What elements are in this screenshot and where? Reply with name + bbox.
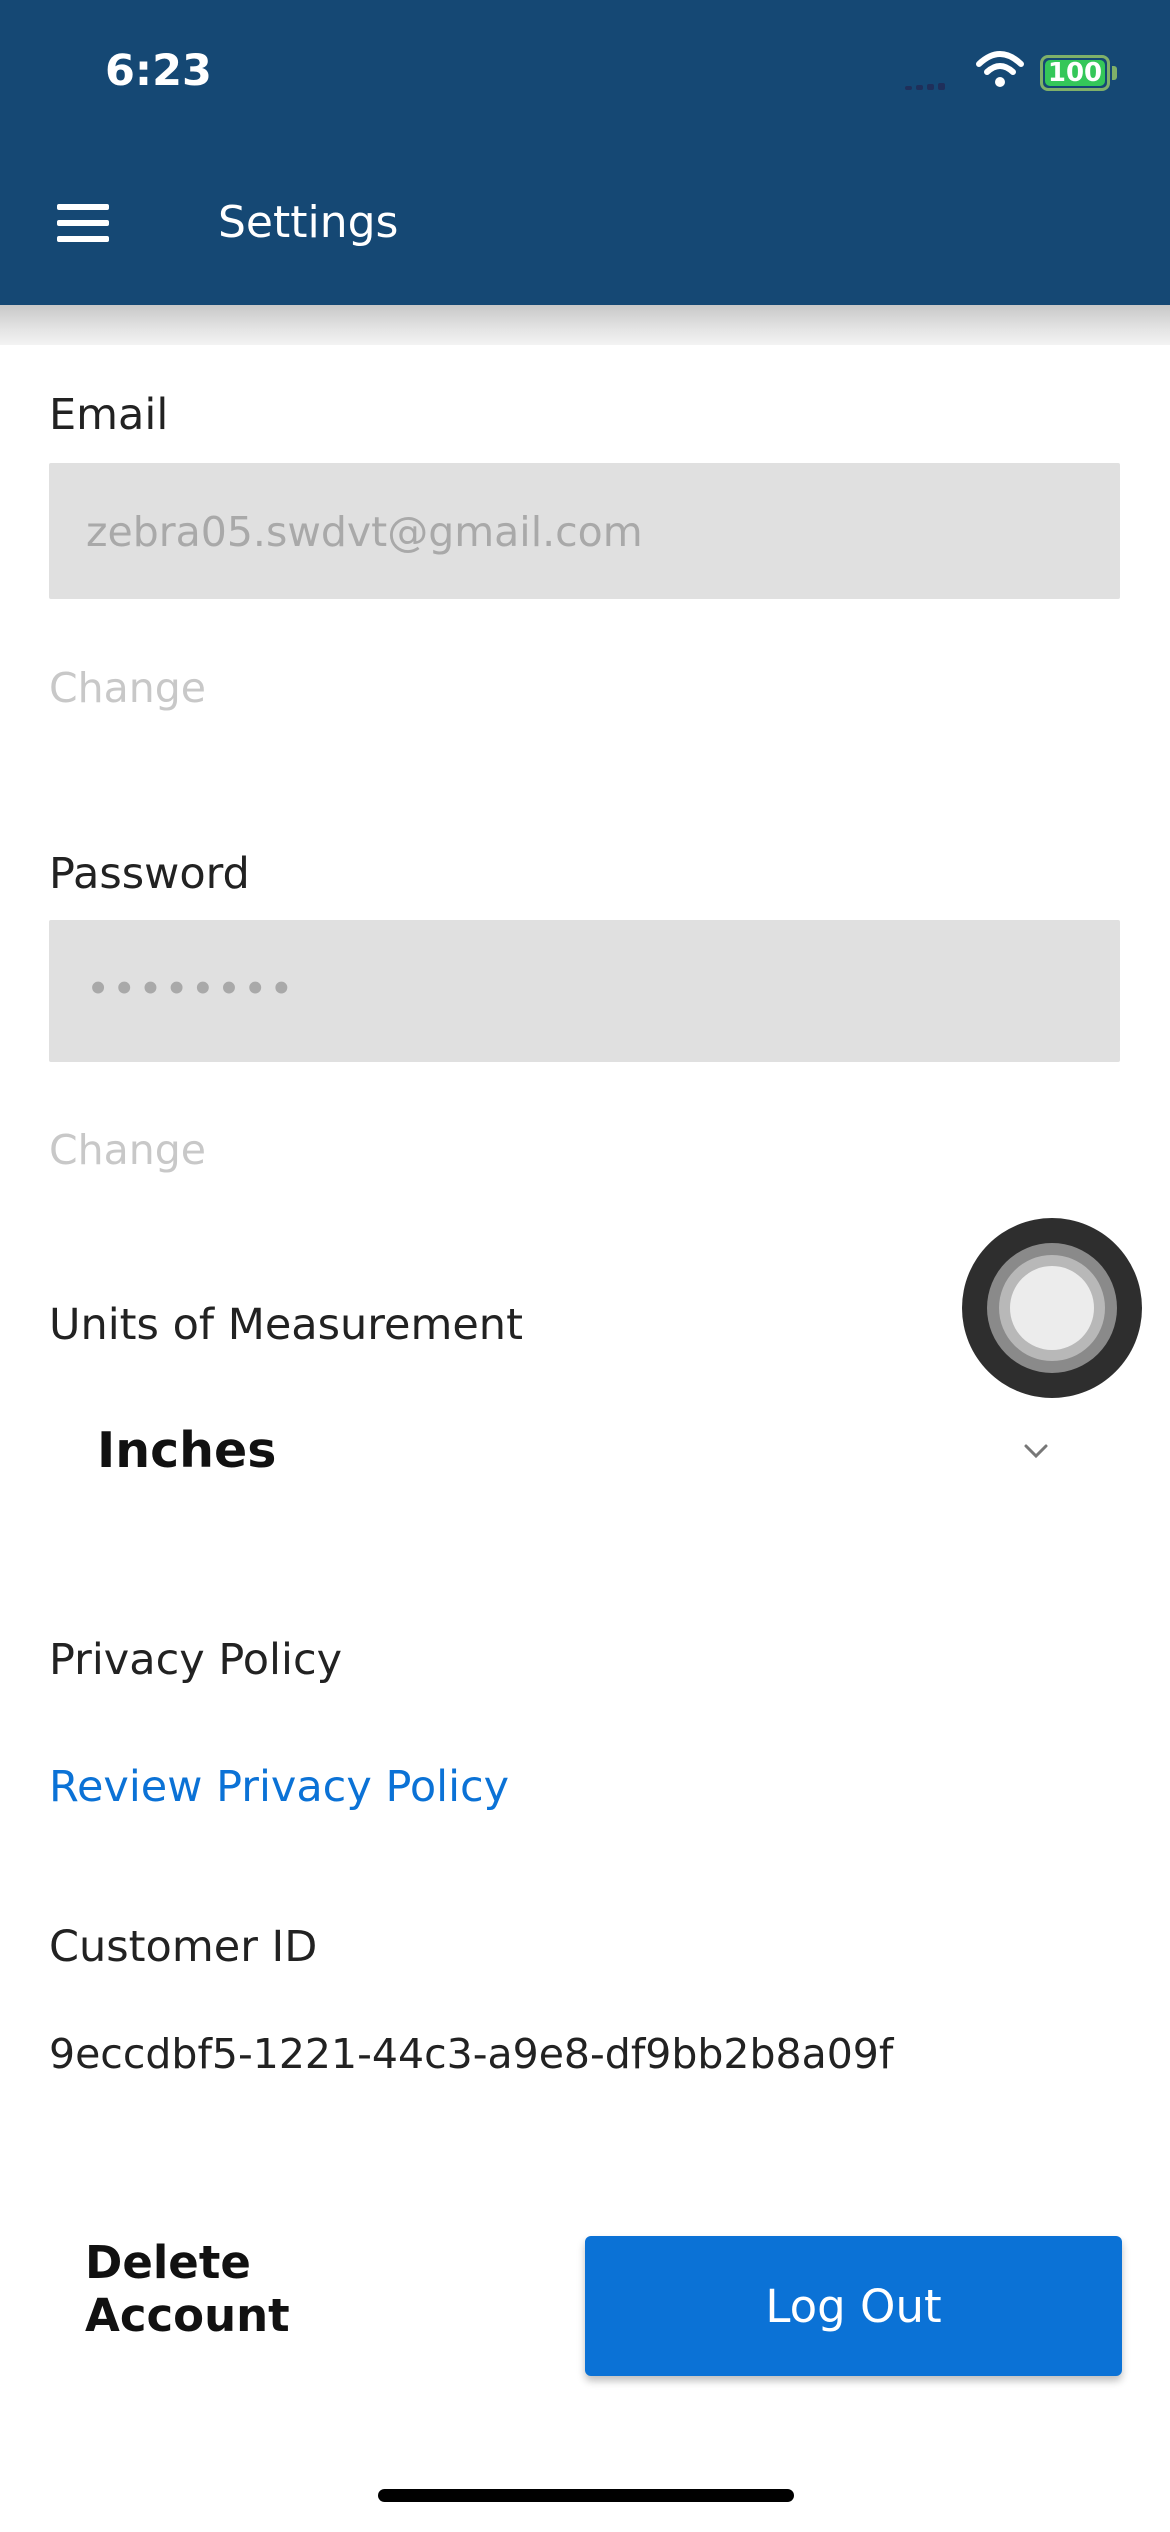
home-indicator xyxy=(378,2489,794,2502)
review-privacy-policy-link[interactable]: Review Privacy Policy xyxy=(49,1762,509,1812)
password-field: •••••••• xyxy=(49,920,1120,1062)
change-password-link[interactable]: Change xyxy=(49,1126,206,1174)
hamburger-menu-icon[interactable] xyxy=(50,198,120,248)
password-value: •••••••• xyxy=(86,965,296,1013)
battery-level: 100 xyxy=(1047,58,1103,88)
change-email-link[interactable]: Change xyxy=(49,664,206,712)
header-shadow xyxy=(0,305,1170,345)
app-header: 6:23 100 Settings xyxy=(0,0,1170,305)
chevron-down-icon[interactable] xyxy=(1017,1432,1055,1470)
customer-id-label: Customer ID xyxy=(49,1922,318,1972)
page-title: Settings xyxy=(218,197,399,248)
password-label: Password xyxy=(49,849,250,899)
battery-tip xyxy=(1112,66,1117,80)
customer-id-value: 9eccdbf5-1221-44c3-a9e8-df9bb2b8a09f xyxy=(49,2030,894,2078)
email-value: zebra05.swdvt@gmail.com xyxy=(86,508,643,556)
units-dropdown[interactable]: Inches xyxy=(97,1422,276,1479)
privacy-label: Privacy Policy xyxy=(49,1635,343,1685)
email-label: Email xyxy=(49,390,169,440)
log-out-button[interactable]: Log Out xyxy=(585,2236,1122,2376)
wifi-icon xyxy=(976,51,1024,87)
assistive-touch-button[interactable] xyxy=(962,1218,1142,1398)
cellular-signal-icon xyxy=(905,80,947,90)
status-time: 6:23 xyxy=(105,46,212,96)
delete-account-button[interactable]: Delete Account xyxy=(60,2234,460,2344)
units-label: Units of Measurement xyxy=(49,1300,523,1350)
battery-icon: 100 xyxy=(1040,55,1110,91)
email-field: zebra05.swdvt@gmail.com xyxy=(49,463,1120,599)
